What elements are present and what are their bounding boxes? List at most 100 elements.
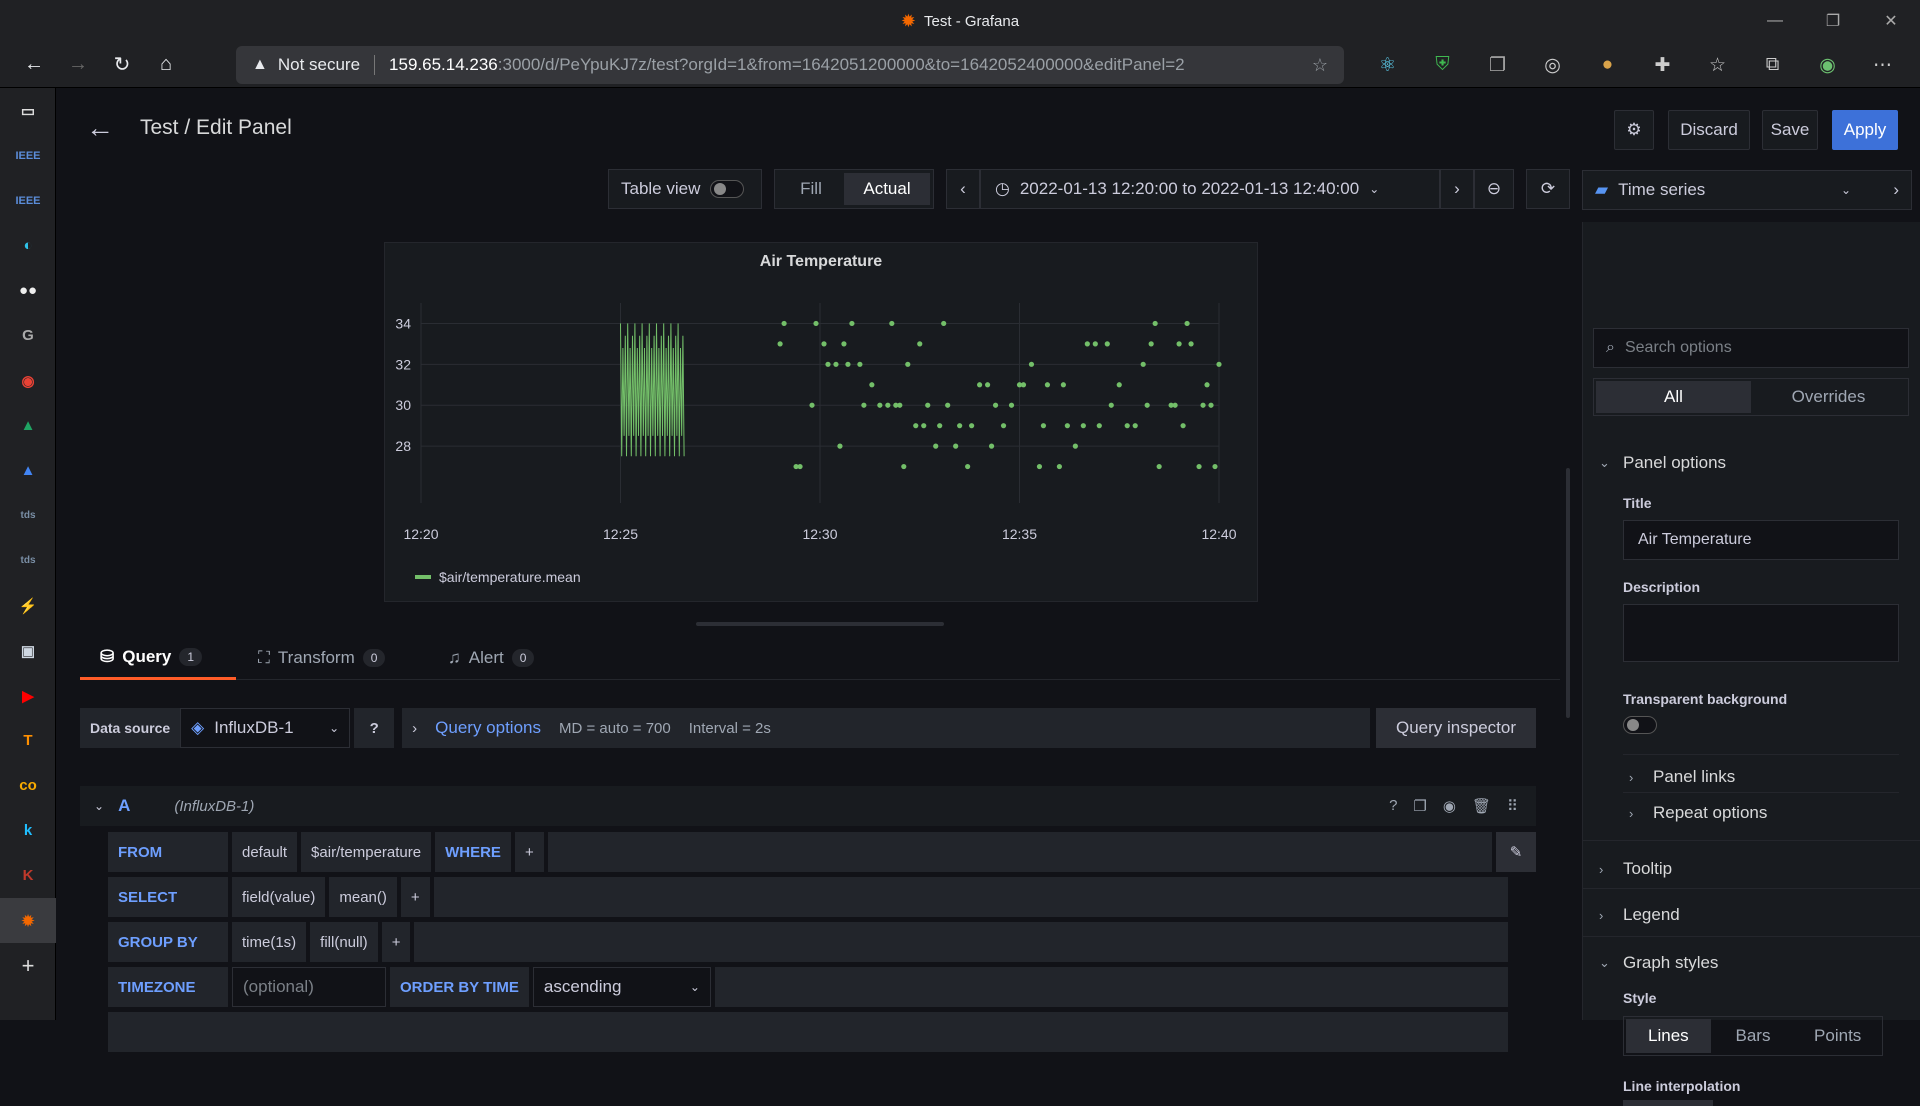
google-icon[interactable]: G <box>0 313 56 358</box>
chevron-down-icon[interactable]: ⌄ <box>94 799 104 813</box>
graph-panel[interactable]: Air Temperature 34 32 30 28 12:20 12:25 12:30 1… <box>384 242 1258 602</box>
select-field[interactable]: field(value) <box>232 877 326 917</box>
query-ref-id[interactable]: A <box>118 796 130 816</box>
favorites-icon[interactable]: ☆ <box>1690 54 1745 77</box>
select-function[interactable]: mean() <box>329 877 397 917</box>
tab-query[interactable]: ⛁ Query 1 <box>80 636 236 680</box>
add-group-button[interactable]: + <box>381 922 411 962</box>
sheets-icon[interactable]: ⚡ <box>0 583 56 628</box>
transparent-toggle[interactable] <box>1623 716 1657 734</box>
refresh-button[interactable]: ⟳ <box>1526 169 1570 209</box>
add-favorite-icon[interactable]: ☆ <box>1312 55 1328 76</box>
restore-icon[interactable]: ❐ <box>1804 0 1862 42</box>
discard-button[interactable]: Discard <box>1668 110 1750 150</box>
save-button[interactable]: Save <box>1762 110 1818 150</box>
help-button[interactable]: ? <box>354 708 395 748</box>
measurement[interactable]: $air/temperature <box>301 832 432 872</box>
tds-icon[interactable]: tds <box>0 538 56 583</box>
description-textarea[interactable] <box>1623 604 1899 662</box>
ieee-icon[interactable]: IEEE <box>0 178 56 223</box>
resize-handle[interactable] <box>696 622 944 626</box>
add-where-button[interactable]: + <box>514 832 544 872</box>
title-input[interactable]: Air Temperature <box>1623 520 1899 560</box>
group-time[interactable]: time(1s) <box>232 922 307 962</box>
drag-handle-icon[interactable]: ⠿ <box>1507 797 1518 815</box>
visualization-picker[interactable]: ▰ Time series ⌄ › <box>1582 170 1912 210</box>
order-select[interactable]: ascending ⌄ <box>532 967 711 1007</box>
address-bar[interactable]: ▲ Not secure 159.65.14.236:3000/d/PeYpuK… <box>236 46 1344 84</box>
style-bars-option[interactable]: Bars <box>1711 1019 1796 1053</box>
collapse-options-icon[interactable]: › <box>1893 180 1899 200</box>
style-points-option[interactable]: Points <box>1795 1019 1880 1053</box>
search-options-input[interactable]: ⌕ Search options <box>1593 328 1909 368</box>
chart-legend[interactable]: $air/temperature.mean <box>415 569 581 585</box>
youtube-icon[interactable]: ▶ <box>0 673 56 718</box>
back-arrow-icon[interactable]: ← <box>12 45 56 85</box>
target-icon[interactable]: ◎ <box>1525 54 1580 77</box>
avatar[interactable]: ◉ <box>1800 54 1855 77</box>
k-red-icon[interactable]: K <box>0 853 56 898</box>
tab-transform[interactable]: ⛶ Transform 0 <box>258 636 386 680</box>
query-row-header[interactable]: ⌄ A (InfluxDB-1) ? ❐ ◉ 🗑 ⠿ <box>80 786 1536 826</box>
tabs-icon[interactable]: ▭ <box>0 88 56 133</box>
time-shift-forward-button[interactable]: › <box>1440 169 1474 209</box>
copy-icon[interactable]: ❐ <box>1470 54 1525 77</box>
repeat-options-section[interactable]: › Repeat options <box>1583 790 1920 836</box>
eye-icon[interactable]: ◉ <box>1443 797 1456 815</box>
help-icon[interactable]: ? <box>1389 797 1397 815</box>
add-select-button[interactable]: + <box>400 877 430 917</box>
minimize-icon[interactable]: — <box>1746 0 1804 42</box>
chrome-icon[interactable]: ◉ <box>0 358 56 403</box>
medium-icon[interactable]: ●● <box>0 268 56 313</box>
ieee-icon[interactable]: IEEE <box>0 133 56 178</box>
home-icon[interactable]: ⌂ <box>144 45 188 85</box>
duplicate-icon[interactable]: ❐ <box>1413 797 1426 815</box>
colab-icon[interactable]: co <box>0 763 56 808</box>
toggle-switch[interactable] <box>710 180 745 198</box>
tensorflow-icon[interactable]: T <box>0 718 56 763</box>
time-shift-back-button[interactable]: ‹ <box>946 169 980 209</box>
fill-option[interactable]: Fill <box>778 179 844 199</box>
more-icon[interactable]: ⋯ <box>1855 54 1910 77</box>
forward-arrow-icon[interactable]: → <box>56 45 100 85</box>
reload-icon[interactable]: ↻ <box>100 45 144 85</box>
time-range-picker[interactable]: ◷ 2022-01-13 12:20:00 to 2022-01-13 12:4… <box>980 169 1440 209</box>
canva-icon[interactable]: ◐ <box>0 223 56 268</box>
all-tab[interactable]: All <box>1596 381 1751 413</box>
close-icon[interactable]: ✕ <box>1862 0 1920 42</box>
settings-button[interactable]: ⚙ <box>1614 110 1654 150</box>
collections-icon[interactable]: ⧉ <box>1745 54 1800 76</box>
overrides-tab[interactable]: Overrides <box>1751 381 1906 413</box>
edit-raw-button[interactable]: ✎ <box>1496 832 1536 872</box>
panel-options-section[interactable]: ⌄ Panel options <box>1583 440 1920 486</box>
shield-icon[interactable]: ⛨ <box>1415 54 1470 76</box>
back-arrow-icon[interactable]: ← <box>86 112 114 144</box>
timezone-input[interactable]: (optional) <box>232 967 386 1007</box>
table-view-toggle[interactable]: Table view <box>608 169 762 209</box>
zoom-out-button[interactable]: ⊖ <box>1474 169 1514 209</box>
retention-policy[interactable]: default <box>232 832 298 872</box>
drive-icon[interactable]: ▲ <box>0 448 56 493</box>
tds-icon[interactable]: tds <box>0 493 56 538</box>
query-options-bar[interactable]: › Query options MD = auto = 700 Interval… <box>402 708 1370 748</box>
interpolation-control[interactable] <box>1623 1100 1713 1106</box>
actual-option[interactable]: Actual <box>844 173 930 205</box>
grafana-icon[interactable]: ✹ <box>0 898 56 943</box>
add-icon[interactable]: + <box>0 943 56 988</box>
style-lines-option[interactable]: Lines <box>1626 1019 1711 1053</box>
apply-button[interactable]: Apply <box>1832 110 1898 150</box>
cookie-icon[interactable]: ● <box>1580 54 1635 76</box>
graph-styles-section[interactable]: ⌄ Graph styles <box>1583 940 1920 986</box>
data-source-select[interactable]: ◈ InfluxDB-1 ⌄ <box>180 708 351 748</box>
drive-icon[interactable]: ▲ <box>0 403 56 448</box>
trash-icon[interactable]: 🗑 <box>1472 797 1491 815</box>
k-icon[interactable]: k <box>0 808 56 853</box>
group-fill[interactable]: fill(null) <box>310 922 378 962</box>
puzzle-icon[interactable]: ✚ <box>1635 54 1690 77</box>
scrollbar[interactable] <box>1566 468 1570 718</box>
tooltip-section[interactable]: › Tooltip <box>1583 846 1920 892</box>
save-icon[interactable]: ▣ <box>0 628 56 673</box>
tab-alert[interactable]: ♫ Alert 0 <box>448 636 535 680</box>
legend-section[interactable]: › Legend <box>1583 892 1920 938</box>
react-devtools-icon[interactable]: ⚛ <box>1360 54 1415 77</box>
